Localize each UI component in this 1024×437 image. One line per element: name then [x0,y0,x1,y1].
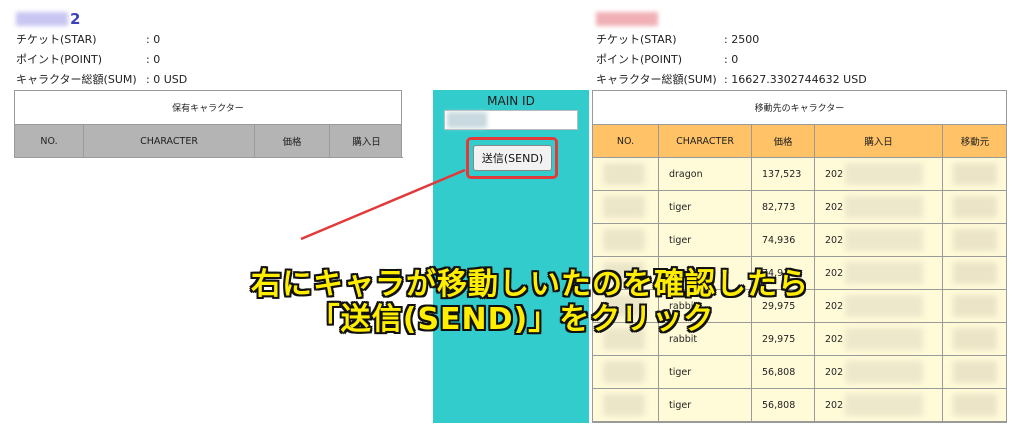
instruction-caption-line2: 「送信(SEND)」をクリック [309,301,715,338]
column-header-purchase-date: 購入日 [815,125,943,158]
no-cell [593,389,659,422]
sum-label: キャラクター総額(SUM) [596,73,717,86]
sum-value: : 0 USD [146,73,188,86]
star-row: チケット(STAR) : 0 [16,30,187,50]
table-row: tiger 56,808 202 [593,389,1007,422]
no-cell [593,224,659,257]
source-account-name: 2 [16,8,187,30]
source-cell [943,224,1007,257]
purchase-date-cell: 202 [815,191,943,224]
date-prefix: 202 [825,366,844,378]
price-cell: 56,808 [752,389,815,422]
redacted-source [953,163,997,185]
point-value: : 0 [146,53,161,66]
table-row: dragon 137,523 202 [593,158,1007,191]
main-id-field[interactable] [444,110,578,130]
redacted-date [845,361,924,383]
character-cell: dragon [659,158,752,191]
no-cell [593,356,659,389]
point-row: ポイント(POINT) : 0 [16,50,187,70]
table-row: tiger 82,773 202 [593,191,1007,224]
star-value: : 0 [146,33,161,46]
redacted-no [603,394,645,416]
point-label: ポイント(POINT) [596,53,683,66]
redacted-date [845,229,924,251]
table-title: 移動先のキャラクター [593,91,1006,125]
column-header-character: CHARACTER [659,125,752,158]
price-cell: 56,808 [752,356,815,389]
owned-characters-table: 保有キャラクター NO. CHARACTER 価格 購入日 [14,90,403,158]
redacted-no [603,229,645,251]
source-account-info: 2 チケット(STAR) : 0 ポイント(POINT) : 0 キャラクター総… [16,8,187,90]
price-cell: 82,773 [752,191,815,224]
purchase-date-cell: 202 [815,158,943,191]
destination-account-name [596,8,867,30]
character-cell: tiger [659,389,752,422]
source-cell [943,191,1007,224]
destination-account-info: チケット(STAR) : 2500 ポイント(POINT) : 0 キャラクター… [596,8,867,90]
destination-characters-table: 移動先のキャラクター NO. CHARACTER 価格 購入日 移動元 drag… [592,90,1007,423]
table-header-row: NO. CHARACTER 価格 購入日 [15,125,403,158]
column-header-no: NO. [593,125,659,158]
no-cell [593,158,659,191]
star-row: チケット(STAR) : 2500 [596,30,867,50]
source-cell [943,158,1007,191]
column-header-no: NO. [15,125,84,158]
redacted-date [845,394,924,416]
price-cell: 74,936 [752,224,815,257]
redacted-date [845,163,924,185]
column-header-price: 価格 [752,125,815,158]
sum-value: : 16627.3302744632 USD [724,73,867,86]
redacted-no [603,196,645,218]
point-value: : 0 [724,53,739,66]
sum-row: キャラクター総額(SUM) : 0 USD [16,70,187,90]
redacted-source [953,229,997,251]
column-header-source: 移動元 [943,125,1007,158]
redacted-id [447,112,487,128]
redacted-source [953,196,997,218]
column-header-character: CHARACTER [84,125,255,158]
source-cell [943,389,1007,422]
table-header-row: NO. CHARACTER 価格 購入日 移動元 [593,125,1007,158]
price-cell: 137,523 [752,158,815,191]
character-cell: tiger [659,224,752,257]
character-cell: tiger [659,191,752,224]
redacted-date [845,196,924,218]
purchase-date-cell: 202 [815,389,943,422]
sum-label: キャラクター総額(SUM) [16,73,137,86]
send-button[interactable]: 送信(SEND) [473,145,552,171]
date-prefix: 202 [825,168,844,180]
point-row: ポイント(POINT) : 0 [596,50,867,70]
table-row: tiger 56,808 202 [593,356,1007,389]
date-prefix: 202 [825,201,844,213]
redacted-no [603,361,645,383]
sum-row: キャラクター総額(SUM) : 16627.3302744632 USD [596,70,867,90]
date-prefix: 202 [825,399,844,411]
main-id-label: MAIN ID [487,94,535,108]
source-cell [943,356,1007,389]
star-label: チケット(STAR) [16,33,97,46]
column-header-purchase-date: 購入日 [330,125,403,158]
redacted-name [16,12,68,26]
redacted-no [603,163,645,185]
table-title: 保有キャラクター [15,91,401,125]
star-label: チケット(STAR) [596,33,677,46]
table-row: tiger 74,936 202 [593,224,1007,257]
account-name-suffix: 2 [70,10,81,28]
point-label: ポイント(POINT) [16,53,103,66]
redacted-source [953,361,997,383]
no-cell [593,191,659,224]
redacted-name [596,12,658,26]
character-cell: tiger [659,356,752,389]
purchase-date-cell: 202 [815,356,943,389]
column-header-price: 価格 [255,125,330,158]
purchase-date-cell: 202 [815,224,943,257]
redacted-source [953,394,997,416]
date-prefix: 202 [825,234,844,246]
main-id-panel: MAIN ID 送信(SEND) [433,90,589,423]
star-value: : 2500 [724,33,760,46]
